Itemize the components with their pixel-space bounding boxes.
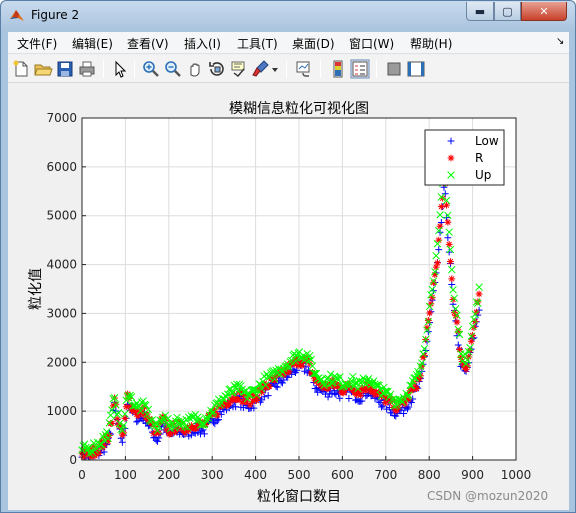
x-tick-label: 600: [331, 468, 354, 482]
x-tick-label: 200: [157, 468, 180, 482]
figure-client-area: 文件(F) 编辑(E) 查看(V) 插入(I) 工具(T) 桌面(D) 窗口(W…: [8, 32, 569, 510]
x-tick-label: 700: [374, 468, 397, 482]
x-tick-label: 500: [288, 468, 311, 482]
marker-r: [424, 317, 432, 324]
legend-label-up: Up: [475, 168, 491, 182]
x-tick-label: 400: [244, 468, 267, 482]
close-icon: ✕: [539, 4, 549, 18]
minimize-icon: ▬: [474, 4, 486, 18]
y-tick-label: 2000: [46, 355, 77, 369]
matlab-logo-icon: [10, 10, 24, 21]
x-tick-label: 800: [418, 468, 441, 482]
x-tick-label: 300: [201, 468, 224, 482]
close-button[interactable]: ✕: [521, 2, 567, 21]
marker-r: [445, 240, 453, 248]
y-tick-label: 3000: [46, 306, 77, 320]
figure-canvas: 0 100 200 300 400 500 600 700 800 900 1000 0 1000 200…: [8, 85, 569, 510]
marker-r: [437, 203, 445, 211]
marker-r: [173, 425, 181, 433]
y-tick-label: 5000: [46, 209, 77, 223]
y-tick-label: 6000: [46, 160, 77, 174]
maximize-button[interactable]: ▢: [494, 2, 521, 21]
legend-label-r: R: [475, 151, 483, 165]
x-tick-label: 0: [78, 468, 86, 482]
title-bar[interactable]: Figure 2 ▬ ▢ ✕: [1, 1, 575, 31]
marker-r: [298, 362, 306, 370]
x-tick-label: 900: [461, 468, 484, 482]
minimize-button[interactable]: ▬: [466, 2, 494, 21]
x-tick-label: 1000: [501, 468, 532, 482]
y-axis-label: 粒化值: [28, 268, 44, 310]
y-tick-label: 0: [69, 453, 77, 467]
y-tick-label: 1000: [46, 404, 77, 418]
legend-label-low: Low: [475, 134, 499, 148]
x-tick-label: 100: [114, 468, 137, 482]
marker-r: [426, 309, 434, 317]
chart-title: 模糊信息粒化可视化图: [229, 100, 369, 117]
maximize-icon: ▢: [502, 4, 513, 18]
y-tick-label: 7000: [46, 111, 77, 125]
figure-window: Figure 2 ▬ ▢ ✕ 文件(F) 编辑(E) 查看(V) 插入(I) 工…: [0, 0, 576, 513]
marker-r: [155, 429, 163, 437]
marker-r: [428, 294, 436, 301]
csdn-watermark: CSDN @mozun2020: [427, 489, 549, 503]
legend-marker-r: [447, 154, 455, 162]
marker-r: [214, 411, 221, 419]
window-title: Figure 2: [31, 8, 80, 22]
y-tick-label: 4000: [46, 258, 77, 272]
x-axis-label: 粒化窗口数目: [257, 488, 341, 505]
